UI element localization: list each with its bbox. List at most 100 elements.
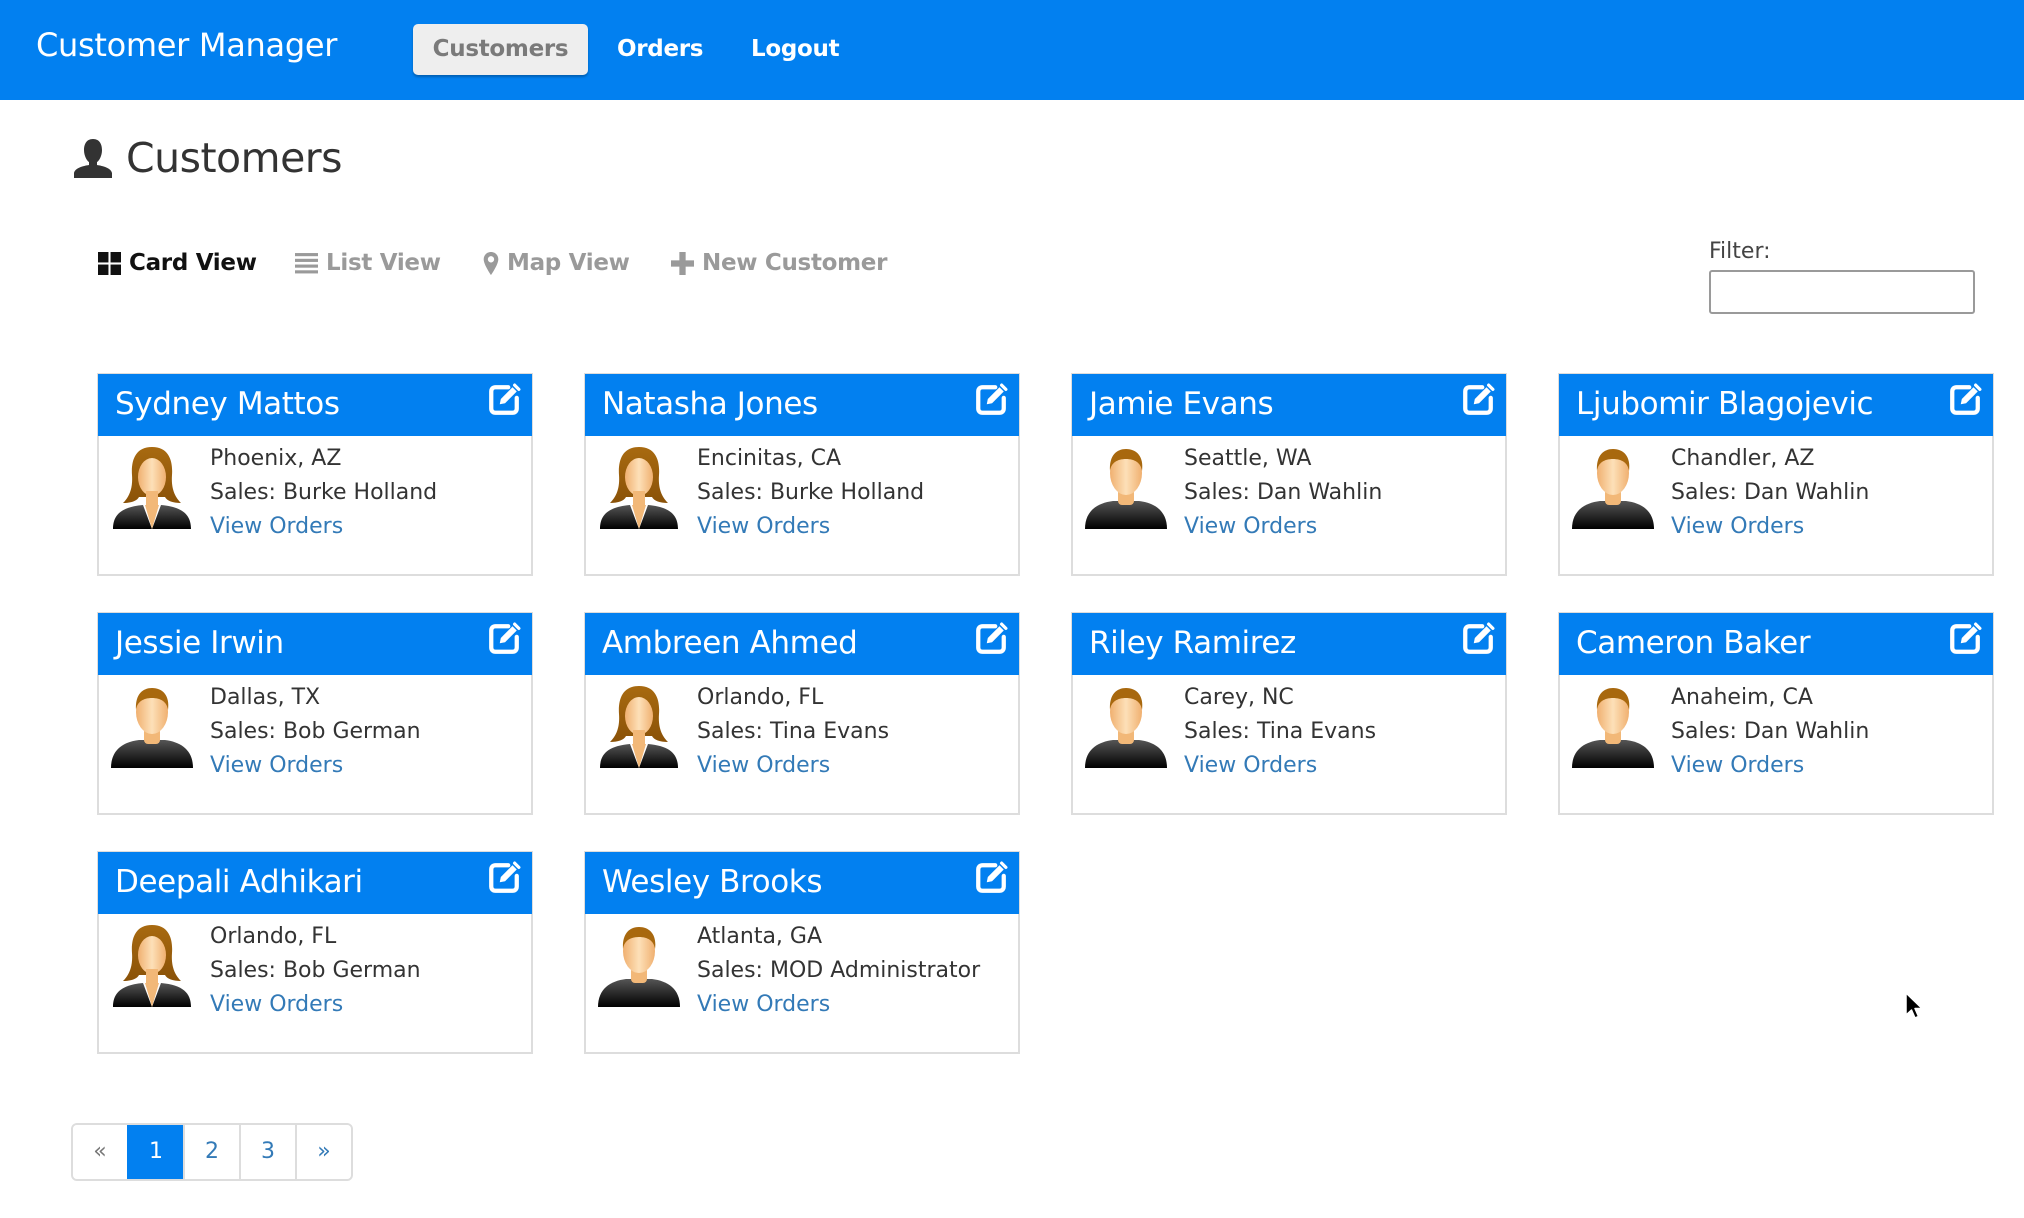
card-info: Anaheim, CA Sales: Dan Wahlin View Order… — [1671, 681, 1869, 783]
new-customer-label: New Customer — [702, 250, 888, 276]
pagination-page-2[interactable]: 2 — [183, 1125, 239, 1179]
customer-name[interactable]: Sydney Mattos — [115, 386, 340, 422]
tab-card-view-label: Card View — [129, 250, 257, 276]
edit-icon[interactable] — [487, 861, 521, 895]
pagination-page-3[interactable]: 3 — [239, 1125, 295, 1179]
edit-icon[interactable] — [1461, 622, 1495, 656]
customer-card: Jamie Evans Seattle, WA Sales: Dan Wahli… — [1071, 373, 1507, 576]
tab-list-view[interactable]: List View — [295, 246, 441, 280]
customer-card: Sydney Mattos Phoenix, AZ Sales: Burke H… — [97, 373, 533, 576]
view-orders-link[interactable]: View Orders — [697, 988, 980, 1022]
male-avatar-icon — [1085, 688, 1167, 768]
edit-icon[interactable] — [487, 383, 521, 417]
customer-salesperson: Sales: Dan Wahlin — [1671, 480, 1870, 505]
nav-orders[interactable]: Orders — [617, 24, 704, 75]
th-large-icon — [98, 251, 121, 275]
customer-location: Encinitas, CA — [697, 446, 842, 471]
customer-card: Ljubomir Blagojevic Chandler, AZ Sales: … — [1558, 373, 1994, 576]
card-info: Seattle, WA Sales: Dan Wahlin View Order… — [1184, 442, 1382, 544]
customer-location: Phoenix, AZ — [210, 446, 342, 471]
female-avatar-icon — [113, 447, 191, 529]
card-header: Ambreen Ahmed — [585, 613, 1019, 675]
customer-name[interactable]: Jamie Evans — [1089, 386, 1274, 422]
view-orders-link[interactable]: View Orders — [1184, 749, 1376, 783]
male-avatar-icon — [1572, 688, 1654, 768]
customer-card: Natasha Jones Encinitas, CA Sales: Burke… — [584, 373, 1020, 576]
male-avatar-icon — [598, 927, 680, 1007]
edit-icon[interactable] — [1461, 383, 1495, 417]
female-avatar-icon — [113, 925, 191, 1007]
customer-salesperson: Sales: Burke Holland — [697, 480, 925, 505]
view-orders-link[interactable]: View Orders — [697, 510, 924, 544]
card-info: Atlanta, GA Sales: MOD Administrator Vie… — [697, 920, 980, 1022]
customer-name[interactable]: Cameron Baker — [1576, 625, 1811, 661]
card-header: Sydney Mattos — [98, 374, 532, 436]
edit-icon[interactable] — [487, 622, 521, 656]
page-title: Customers — [72, 130, 343, 186]
customer-location: Orlando, FL — [210, 924, 337, 949]
customer-location: Orlando, FL — [697, 685, 824, 710]
male-avatar-icon — [1572, 449, 1654, 529]
customer-location: Carey, NC — [1184, 685, 1294, 710]
customer-card: Deepali Adhikari Orlando, FL Sales: Bob … — [97, 851, 533, 1054]
page-title-text: Customers — [126, 134, 343, 182]
edit-icon[interactable] — [1948, 622, 1982, 656]
customer-name[interactable]: Ambreen Ahmed — [602, 625, 858, 661]
customer-name[interactable]: Jessie Irwin — [115, 625, 284, 661]
edit-icon[interactable] — [974, 622, 1008, 656]
customer-salesperson: Sales: Bob German — [210, 719, 421, 744]
customer-card: Cameron Baker Anaheim, CA Sales: Dan Wah… — [1558, 612, 1994, 815]
card-header: Riley Ramirez — [1072, 613, 1506, 675]
card-info: Orlando, FL Sales: Tina Evans View Order… — [697, 681, 889, 783]
customer-name[interactable]: Deepali Adhikari — [115, 864, 363, 900]
customer-location: Atlanta, GA — [697, 924, 823, 949]
female-avatar-icon — [600, 686, 678, 768]
edit-icon[interactable] — [974, 861, 1008, 895]
tab-map-view[interactable]: Map View — [483, 246, 630, 280]
view-orders-link[interactable]: View Orders — [210, 749, 421, 783]
card-info: Orlando, FL Sales: Bob German View Order… — [210, 920, 421, 1022]
customer-location: Chandler, AZ — [1671, 446, 1815, 471]
view-orders-link[interactable]: View Orders — [1184, 510, 1382, 544]
view-orders-link[interactable]: View Orders — [210, 510, 437, 544]
customer-name[interactable]: Ljubomir Blagojevic — [1576, 386, 1874, 422]
mouse-cursor-icon — [1905, 992, 1923, 1019]
card-info: Dallas, TX Sales: Bob German View Orders — [210, 681, 421, 783]
customer-salesperson: Sales: Bob German — [210, 958, 421, 983]
customer-location: Dallas, TX — [210, 685, 321, 710]
view-orders-link[interactable]: View Orders — [210, 988, 421, 1022]
new-customer-button[interactable]: New Customer — [671, 246, 887, 280]
card-header: Ljubomir Blagojevic — [1559, 374, 1993, 436]
customer-name[interactable]: Riley Ramirez — [1089, 625, 1296, 661]
customer-name[interactable]: Wesley Brooks — [602, 864, 823, 900]
card-header: Deepali Adhikari — [98, 852, 532, 914]
pagination-page-1[interactable]: 1 — [127, 1125, 183, 1179]
tab-list-view-label: List View — [326, 250, 441, 276]
edit-icon[interactable] — [974, 383, 1008, 417]
list-icon — [295, 252, 318, 273]
card-header: Jamie Evans — [1072, 374, 1506, 436]
navbar: Customer Manager Customers Orders Logout — [0, 0, 2024, 100]
customer-name[interactable]: Natasha Jones — [602, 386, 818, 422]
filter-input[interactable] — [1709, 270, 1975, 314]
nav-logout[interactable]: Logout — [751, 24, 840, 75]
tab-map-view-label: Map View — [507, 250, 630, 276]
map-marker-icon — [483, 251, 499, 275]
edit-icon[interactable] — [1948, 383, 1982, 417]
view-orders-link[interactable]: View Orders — [1671, 510, 1869, 544]
tab-card-view[interactable]: Card View — [98, 246, 257, 280]
view-orders-link[interactable]: View Orders — [697, 749, 889, 783]
brand-title[interactable]: Customer Manager — [36, 26, 337, 64]
male-avatar-icon — [111, 688, 193, 768]
customer-location: Seattle, WA — [1184, 446, 1312, 471]
pagination-next[interactable]: » — [295, 1125, 351, 1179]
male-avatar-icon — [1085, 449, 1167, 529]
pagination: « 1 2 3 » — [71, 1123, 353, 1181]
card-info: Carey, NC Sales: Tina Evans View Orders — [1184, 681, 1376, 783]
customer-card: Riley Ramirez Carey, NC Sales: Tina Evan… — [1071, 612, 1507, 815]
customer-card: Ambreen Ahmed Orlando, FL Sales: Tina Ev… — [584, 612, 1020, 815]
nav-customers[interactable]: Customers — [413, 24, 588, 75]
pagination-prev[interactable]: « — [73, 1125, 127, 1179]
customer-salesperson: Sales: Tina Evans — [1184, 719, 1377, 744]
view-orders-link[interactable]: View Orders — [1671, 749, 1869, 783]
